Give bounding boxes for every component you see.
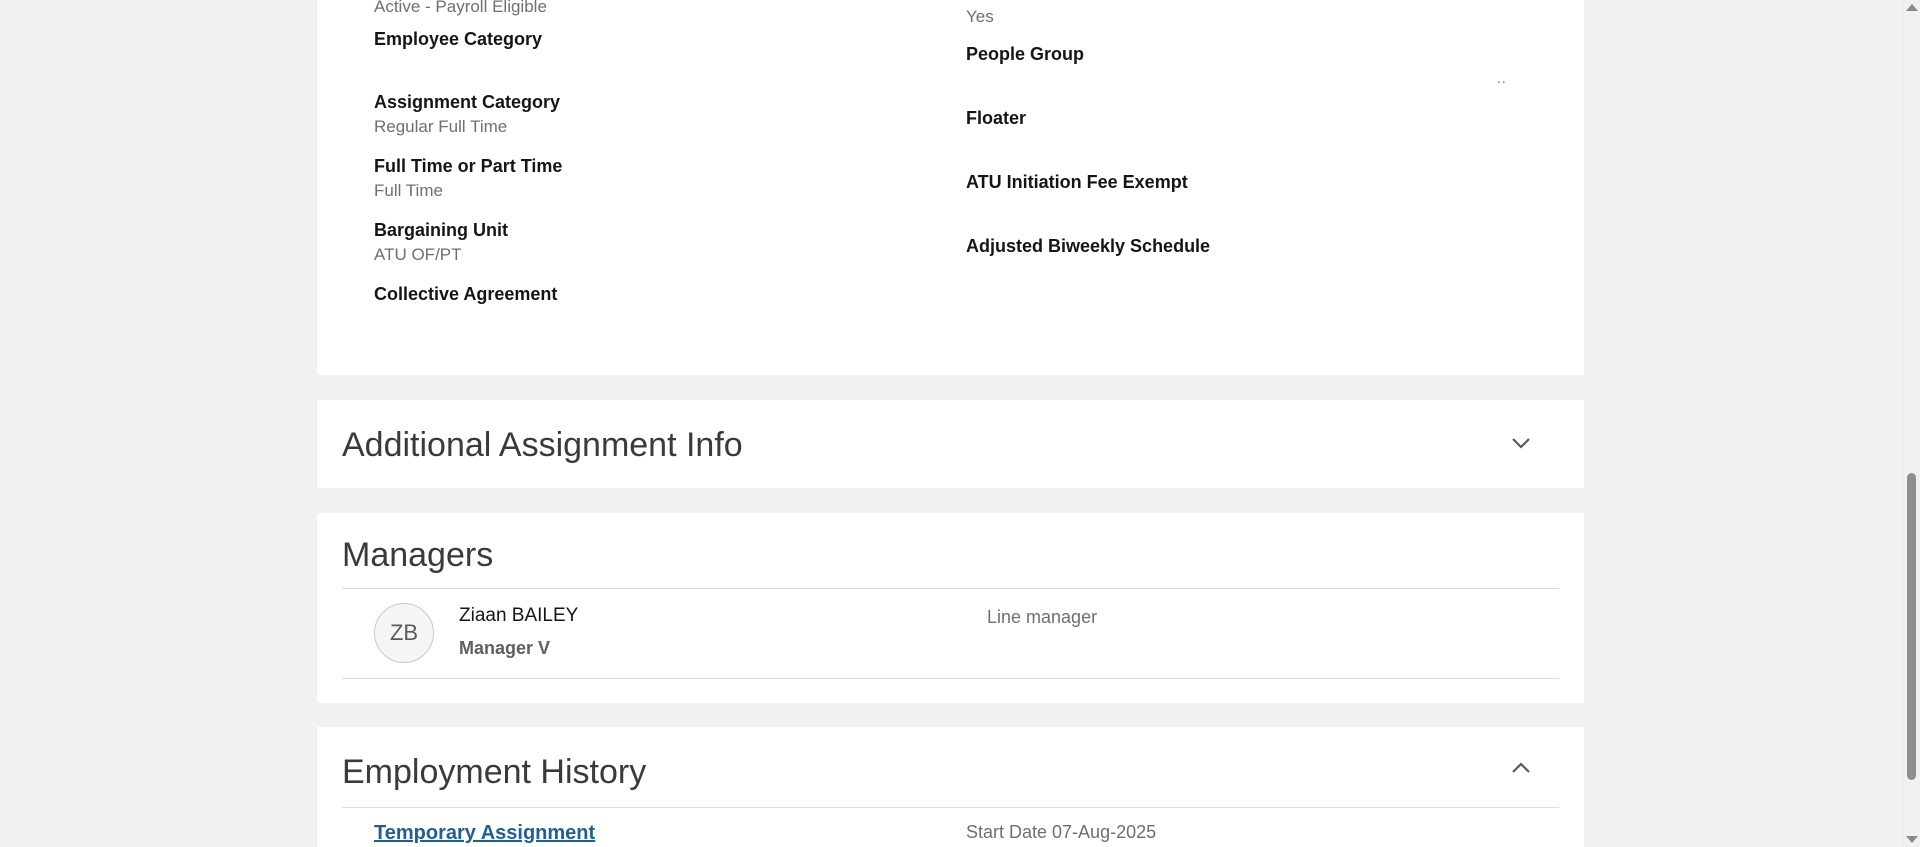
field-label: Full Time or Part Time (374, 156, 563, 176)
field-label: People Group (966, 44, 1085, 64)
people-group-dots: .. (1497, 70, 1507, 86)
field-atu-initiation-fee-exempt: ATU Initiation Fee Exempt (966, 171, 1188, 196)
section-title: Additional Assignment Info (342, 426, 743, 464)
manager-title: Manager V (459, 638, 551, 658)
additional-assignment-info-section[interactable]: Additional Assignment Info (317, 400, 1584, 488)
chevron-down-icon[interactable] (1508, 430, 1534, 456)
field-label: ATU Initiation Fee Exempt (966, 172, 1188, 192)
top-right-value: Yes (966, 7, 994, 26)
field-value: Full Time (374, 181, 443, 200)
field-label: Adjusted Biweekly Schedule (966, 236, 1211, 256)
field-value: ATU OF/PT (374, 245, 462, 264)
vertical-scrollbar[interactable] (1902, 0, 1920, 847)
divider (342, 807, 1559, 808)
divider (342, 678, 1559, 679)
field-people-group: People Group (966, 43, 1084, 68)
field-assignment-category: Assignment Category Regular Full Time (374, 91, 560, 138)
field-label: Assignment Category (374, 92, 561, 112)
manager-role: Line manager (987, 607, 1098, 627)
field-label: Bargaining Unit (374, 220, 508, 240)
page-viewport: Active - Payroll Eligible Yes Employee C… (0, 0, 1920, 847)
field-value: Regular Full Time (374, 117, 508, 136)
top-right-value-partial: Yes (966, 6, 994, 28)
assignment-status-value: Active - Payroll Eligible (374, 0, 547, 16)
field-adjusted-biweekly-schedule: Adjusted Biweekly Schedule (966, 235, 1210, 260)
divider (342, 588, 1559, 589)
field-label: Employee Category (374, 29, 543, 49)
field-floater: Floater (966, 107, 1026, 132)
section-title: Employment History (342, 753, 647, 791)
field-label: Collective Agreement (374, 284, 558, 304)
assignment-details-card: Active - Payroll Eligible Yes Employee C… (317, 0, 1584, 375)
scroll-up-icon[interactable] (1906, 4, 1918, 11)
managers-section: Managers ZB Ziaan BAILEY Manager V Line … (317, 513, 1584, 703)
field-bargaining-unit: Bargaining Unit ATU OF/PT (374, 219, 508, 266)
field-label: Floater (966, 108, 1027, 128)
field-full-time-part-time: Full Time or Part Time Full Time (374, 155, 562, 202)
scrollbar-thumb[interactable] (1907, 473, 1916, 780)
avatar: ZB (374, 603, 434, 663)
assignment-status-value-partial: Active - Payroll Eligible (374, 0, 547, 18)
field-employee-category: Employee Category (374, 28, 542, 53)
manager-name[interactable]: Ziaan BAILEY (459, 605, 578, 627)
scroll-down-icon[interactable] (1906, 836, 1918, 843)
history-start-date: Start Date 07-Aug-2025 (966, 822, 1157, 842)
field-collective-agreement: Collective Agreement (374, 283, 557, 308)
temporary-assignment-link[interactable]: Temporary Assignment (374, 822, 595, 845)
section-title: Managers (342, 536, 494, 574)
chevron-up-icon[interactable] (1508, 755, 1534, 781)
employment-history-section: Employment History Temporary Assignment … (317, 727, 1584, 847)
